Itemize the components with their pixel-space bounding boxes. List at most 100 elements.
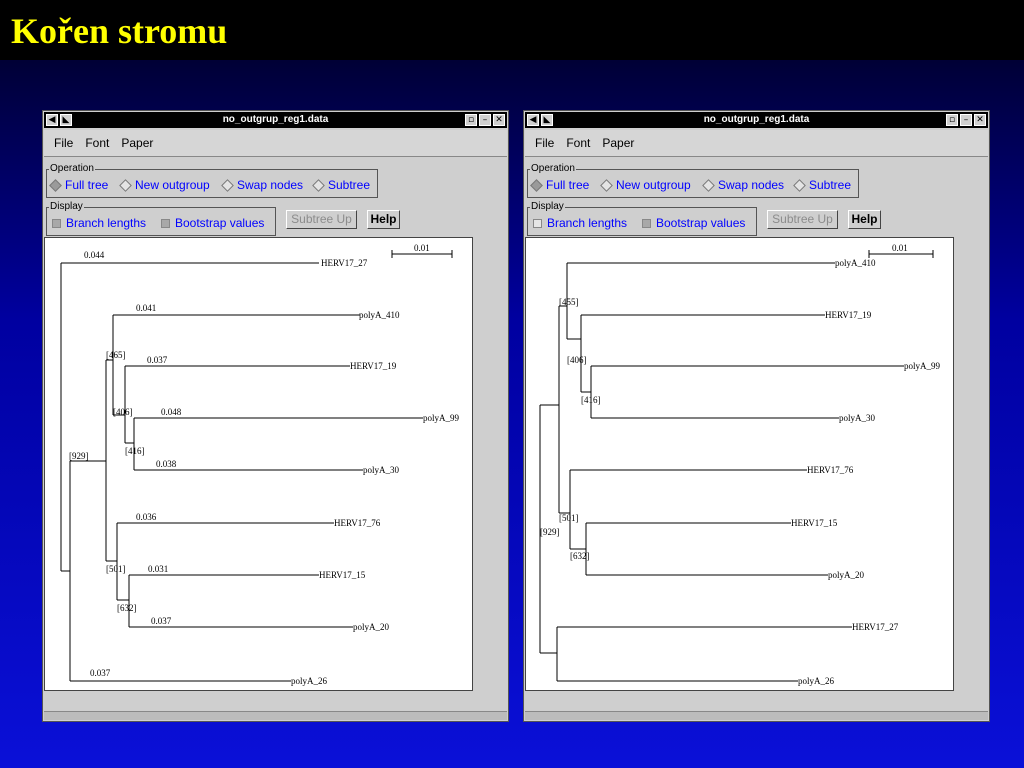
- operation-group: Operation Full tree New outgroup Swap no…: [46, 163, 378, 198]
- operation-legend: Operation: [530, 163, 576, 175]
- window-statusbar: [525, 711, 988, 720]
- bootstrap-label: [465]: [106, 350, 126, 360]
- close-icon[interactable]: ✕: [974, 114, 986, 126]
- leaf-label[interactable]: HERV17_15: [319, 570, 366, 580]
- restore-icon[interactable]: ▫: [946, 114, 958, 126]
- checkbox-label: Bootstrap values: [175, 216, 265, 230]
- bootstrap-label: [632]: [117, 603, 137, 613]
- branch-length-label: 0.037: [147, 355, 168, 365]
- leaf-label[interactable]: HERV17_15: [791, 518, 838, 528]
- minimize-icon[interactable]: –: [960, 114, 972, 126]
- subtree-up-button[interactable]: Subtree Up: [286, 210, 357, 229]
- bootstrap-label: [929]: [540, 527, 560, 537]
- branch-length-label: 0.044: [84, 250, 105, 260]
- tree-canvas[interactable]: 0.01 polyA_410 HERV17_19 polyA_99 polyA_…: [525, 237, 954, 691]
- restore-icon[interactable]: ▫: [465, 114, 477, 126]
- leaf-label[interactable]: polyA_30: [839, 413, 876, 423]
- leaf-label[interactable]: HERV17_76: [807, 465, 854, 475]
- menubar: File Font Paper: [525, 130, 988, 157]
- window-titlebar[interactable]: ◀ ◣ no_outgrup_reg1.data ▫ – ✕: [525, 112, 988, 128]
- radio-full-tree[interactable]: Full tree: [49, 178, 108, 192]
- tree-window-left: ◀ ◣ no_outgrup_reg1.data ▫ – ✕ File Font…: [42, 110, 509, 722]
- display-group: Display Branch lengths Bootstrap values: [46, 201, 276, 236]
- radio-label: Swap nodes: [718, 178, 785, 192]
- checkbox-label: Bootstrap values: [656, 216, 746, 230]
- leaf-label[interactable]: HERV17_19: [350, 361, 397, 371]
- leaf-label[interactable]: polyA_410: [359, 310, 400, 320]
- bootstrap-label: [632]: [570, 551, 590, 561]
- menu-font[interactable]: Font: [85, 136, 109, 150]
- radio-label: Subtree: [809, 178, 852, 192]
- checkbox-bootstrap-values[interactable]: Bootstrap values: [161, 216, 264, 230]
- checkbox-branch-lengths[interactable]: Branch lengths: [533, 216, 627, 230]
- minimize-icon[interactable]: –: [479, 114, 491, 126]
- menu-file[interactable]: File: [535, 136, 554, 150]
- leaf-label[interactable]: polyA_20: [828, 570, 865, 580]
- leaf-label[interactable]: HERV17_27: [852, 622, 899, 632]
- leaf-label[interactable]: HERV17_27: [321, 258, 368, 268]
- tree-branches: [539, 250, 934, 682]
- radio-new-outgroup[interactable]: New outgroup: [119, 178, 210, 192]
- subtree-up-button[interactable]: Subtree Up: [767, 210, 838, 229]
- window-statusbar: [44, 711, 507, 720]
- checkbox-unchecked-icon: [533, 218, 542, 228]
- leaf-label[interactable]: polyA_99: [423, 413, 460, 423]
- radio-on-icon: [49, 178, 62, 192]
- checkbox-checked-icon: [642, 218, 651, 228]
- help-button[interactable]: Help: [848, 210, 881, 229]
- help-button[interactable]: Help: [367, 210, 400, 229]
- radio-swap-nodes[interactable]: Swap nodes: [221, 178, 303, 192]
- scale-label: 0.01: [892, 243, 908, 253]
- leaf-label[interactable]: HERV17_19: [825, 310, 872, 320]
- radio-label: Subtree: [328, 178, 371, 192]
- operation-legend: Operation: [49, 163, 95, 175]
- radio-off-icon: [793, 178, 806, 192]
- tree-window-right: ◀ ◣ no_outgrup_reg1.data ▫ – ✕ File Font…: [523, 110, 990, 722]
- radio-off-icon: [221, 178, 234, 192]
- branch-length-label: 0.037: [90, 668, 111, 678]
- leaf-label[interactable]: polyA_26: [291, 676, 328, 686]
- branch-length-label: 0.031: [148, 564, 168, 574]
- close-icon[interactable]: ✕: [493, 114, 505, 126]
- bootstrap-label: [501]: [559, 513, 579, 523]
- radio-swap-nodes[interactable]: Swap nodes: [702, 178, 784, 192]
- leaf-label[interactable]: polyA_20: [353, 622, 390, 632]
- checkbox-branch-lengths[interactable]: Branch lengths: [52, 216, 146, 230]
- radio-subtree[interactable]: Subtree: [312, 178, 370, 192]
- radio-off-icon: [600, 178, 613, 192]
- radio-full-tree[interactable]: Full tree: [530, 178, 589, 192]
- checkbox-label: Branch lengths: [66, 216, 147, 230]
- tree-svg: 0.01 polyA_410 HERV17_19 polyA_99 polyA_…: [539, 243, 941, 686]
- menubar: File Font Paper: [44, 130, 507, 157]
- radio-subtree[interactable]: Subtree: [793, 178, 851, 192]
- leaf-label[interactable]: polyA_30: [363, 465, 400, 475]
- bootstrap-label: [416]: [581, 395, 601, 405]
- display-group: Display Branch lengths Bootstrap values: [527, 201, 757, 236]
- leaf-label[interactable]: polyA_410: [835, 258, 876, 268]
- leaf-label[interactable]: polyA_99: [904, 361, 941, 371]
- checkbox-checked-icon: [52, 218, 61, 228]
- menu-file[interactable]: File: [54, 136, 73, 150]
- bootstrap-label: [929]: [69, 451, 89, 461]
- display-legend: Display: [49, 201, 84, 213]
- radio-label: Swap nodes: [237, 178, 304, 192]
- menu-paper[interactable]: Paper: [602, 136, 634, 150]
- menu-font[interactable]: Font: [566, 136, 590, 150]
- branch-length-label: 0.048: [161, 407, 182, 417]
- branch-length-label: 0.041: [136, 303, 156, 313]
- leaf-label[interactable]: HERV17_76: [334, 518, 381, 528]
- branch-length-label: 0.037: [151, 616, 172, 626]
- checkbox-bootstrap-values[interactable]: Bootstrap values: [642, 216, 745, 230]
- checkbox-checked-icon: [161, 218, 170, 228]
- window-titlebar[interactable]: ◀ ◣ no_outgrup_reg1.data ▫ – ✕: [44, 112, 507, 128]
- bootstrap-label: [455]: [559, 297, 579, 307]
- radio-label: Full tree: [65, 178, 109, 192]
- window-title: no_outgrup_reg1.data: [703, 114, 810, 125]
- tree-canvas[interactable]: 0.01 HERV17_27 polyA_410 HERV17_19 polyA…: [44, 237, 473, 691]
- branch-length-label: 0.036: [136, 512, 157, 522]
- leaf-label[interactable]: polyA_26: [798, 676, 835, 686]
- menu-paper[interactable]: Paper: [121, 136, 153, 150]
- operation-group: Operation Full tree New outgroup Swap no…: [527, 163, 859, 198]
- radio-new-outgroup[interactable]: New outgroup: [600, 178, 691, 192]
- branch-length-label: 0.038: [156, 459, 177, 469]
